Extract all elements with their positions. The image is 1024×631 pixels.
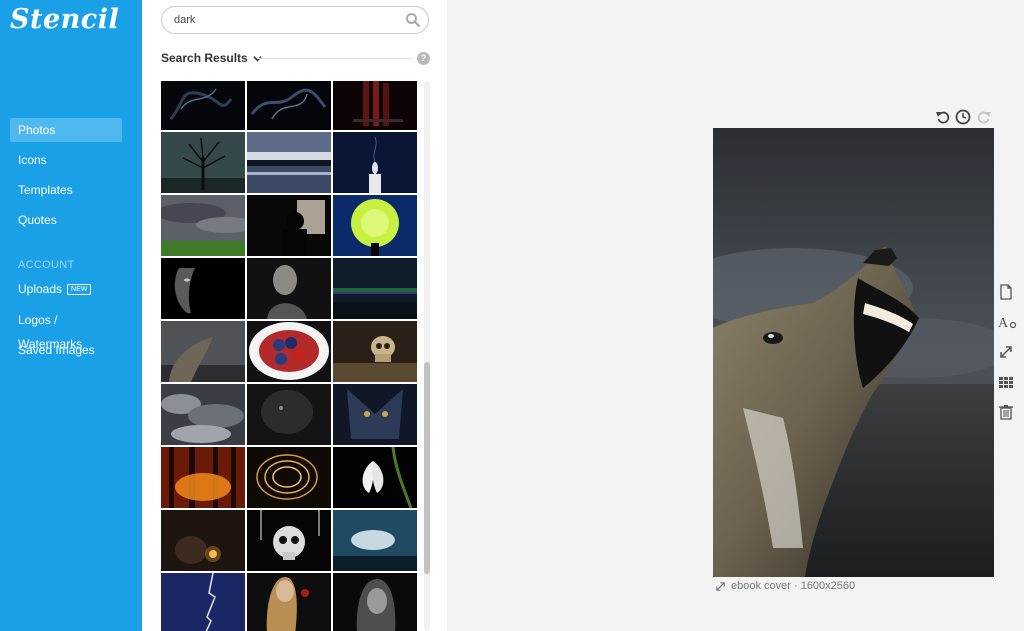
thumbnail-dark-clouds[interactable] (161, 384, 245, 445)
divider (258, 58, 412, 59)
document-icon[interactable] (997, 283, 1015, 301)
thumbnail-snowdrop-flower[interactable] (333, 447, 417, 508)
undo-icon[interactable] (935, 109, 951, 125)
sidebar-item-uploads[interactable]: Uploads NEW (10, 277, 122, 301)
thumbnail-dark-abstract[interactable] (247, 384, 331, 445)
trash-icon[interactable] (997, 403, 1015, 421)
thumbnail-green-lamp[interactable] (333, 195, 417, 256)
history-clock-icon[interactable] (955, 109, 971, 125)
photos-panel: Search Results ? (142, 0, 447, 631)
thumbnail-howling-dog[interactable] (161, 321, 245, 382)
canvas-image[interactable] (713, 128, 994, 577)
thumbnail-bare-tree[interactable] (161, 132, 245, 193)
search-input[interactable] (174, 12, 394, 28)
svg-text:A: A (998, 316, 1009, 331)
sidebar-item-logos-watermarks[interactable]: Logos / Watermarks (10, 308, 122, 351)
search-results-dropdown[interactable]: Search Results (161, 51, 262, 65)
sidebar-item-saved-images[interactable]: Saved Images (10, 338, 122, 362)
thumbnail-candle[interactable] (333, 132, 417, 193)
canvas-caption-text: ebook cover · 1600x2560 (731, 580, 856, 592)
thumbnail-old-man-portrait[interactable] (247, 258, 331, 319)
new-badge: NEW (67, 284, 92, 295)
search-box (161, 6, 429, 34)
uploads-label: Uploads (18, 282, 63, 296)
search-icon[interactable] (405, 12, 421, 28)
grid-icon[interactable] (997, 373, 1015, 391)
thumbnail-silhouette-window[interactable] (247, 195, 331, 256)
thumbnail-smoke[interactable] (247, 81, 331, 130)
sidebar-item-photos[interactable]: Photos (10, 118, 122, 142)
sidebar: Stencil Photos Icons Templates Quotes AC… (0, 0, 142, 631)
thumbnail-wolf-face[interactable] (333, 384, 417, 445)
thumbnail-smoke[interactable] (161, 81, 245, 130)
thumbnail-lightning[interactable] (161, 573, 245, 631)
canvas-size-caption: ebook cover · 1600x2560 (715, 580, 855, 592)
thumbnail-skull-still-life[interactable] (333, 321, 417, 382)
account-heading: ACCOUNT (18, 259, 75, 271)
thumbnail-strawberry-bowl[interactable] (247, 321, 331, 382)
thumbnail-face-in-shadow[interactable] (161, 258, 245, 319)
search-results-title: Search Results (161, 51, 248, 65)
resize-icon[interactable] (997, 343, 1015, 361)
stencil-logo[interactable]: Stencil (10, 4, 119, 35)
help-icon[interactable]: ? (417, 52, 430, 65)
thumbnail-skull-candles[interactable] (247, 510, 331, 571)
redo-icon[interactable] (976, 109, 992, 125)
sidebar-item-icons[interactable]: Icons (10, 148, 122, 172)
thumbnail-aurora[interactable] (333, 258, 417, 319)
thumbnail-fire-forest[interactable] (161, 447, 245, 508)
thumbnail-woman-with-rose[interactable] (247, 573, 331, 631)
sidebar-item-quotes[interactable]: Quotes (10, 208, 122, 232)
text-style-icon[interactable]: A (997, 313, 1017, 331)
thumbnail-wine-glasses[interactable] (333, 81, 417, 130)
thumbnail-light-rings[interactable] (247, 447, 331, 508)
thumbnail-sparkler-night[interactable] (161, 510, 245, 571)
thumbnail-grid (161, 81, 417, 631)
results-scrollbar-thumb[interactable] (424, 362, 430, 574)
thumbnail-cloud-sky[interactable] (333, 510, 417, 571)
thumbnail-dusk-lake[interactable] (247, 132, 331, 193)
sidebar-item-templates[interactable]: Templates (10, 178, 122, 202)
thumbnail-woman-portrait[interactable] (333, 573, 417, 631)
thumbnail-storm-field[interactable] (161, 195, 245, 256)
expand-icon[interactable] (715, 581, 726, 592)
